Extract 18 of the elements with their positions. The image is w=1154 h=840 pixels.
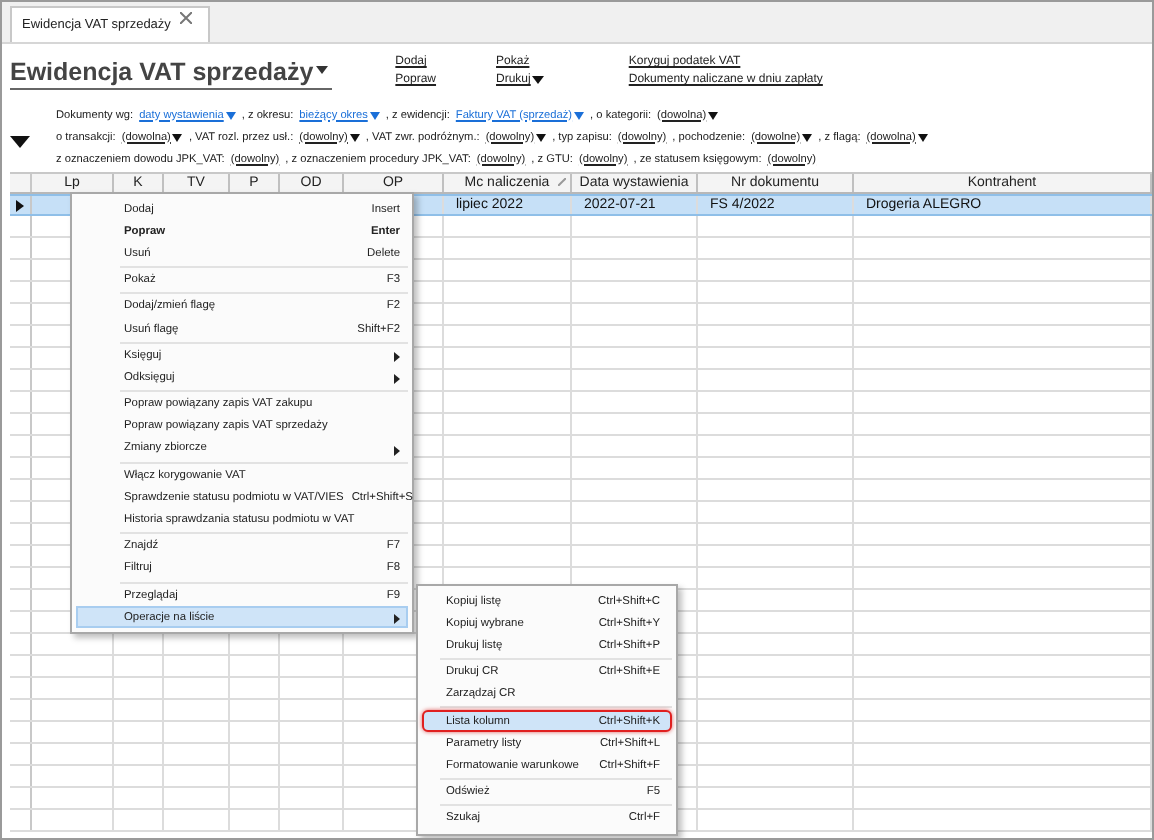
dropdown-caret-icon [315,66,328,74]
dropdown-caret-icon [574,112,585,120]
dropdown-caret-icon [536,134,547,142]
close-icon[interactable] [180,12,193,24]
submenu-arrow-icon [394,445,400,456]
dropdown-caret-icon [349,134,360,142]
dropdown-caret-icon [917,134,928,142]
dropdown-caret-icon [172,134,183,142]
dropdown-caret-icon [708,112,719,120]
dropdown-caret-icon [369,112,380,120]
submenu-arrow-icon [394,614,400,625]
page-title[interactable]: Ewidencja VAT sprzedaży [10,58,332,90]
dropdown-caret-icon [532,76,545,84]
collapse-icon[interactable] [10,136,30,148]
row-pointer-icon [16,199,24,211]
dropdown-caret-icon [802,134,813,142]
sort-icon [558,178,566,186]
dropdown-caret-icon [225,112,236,120]
